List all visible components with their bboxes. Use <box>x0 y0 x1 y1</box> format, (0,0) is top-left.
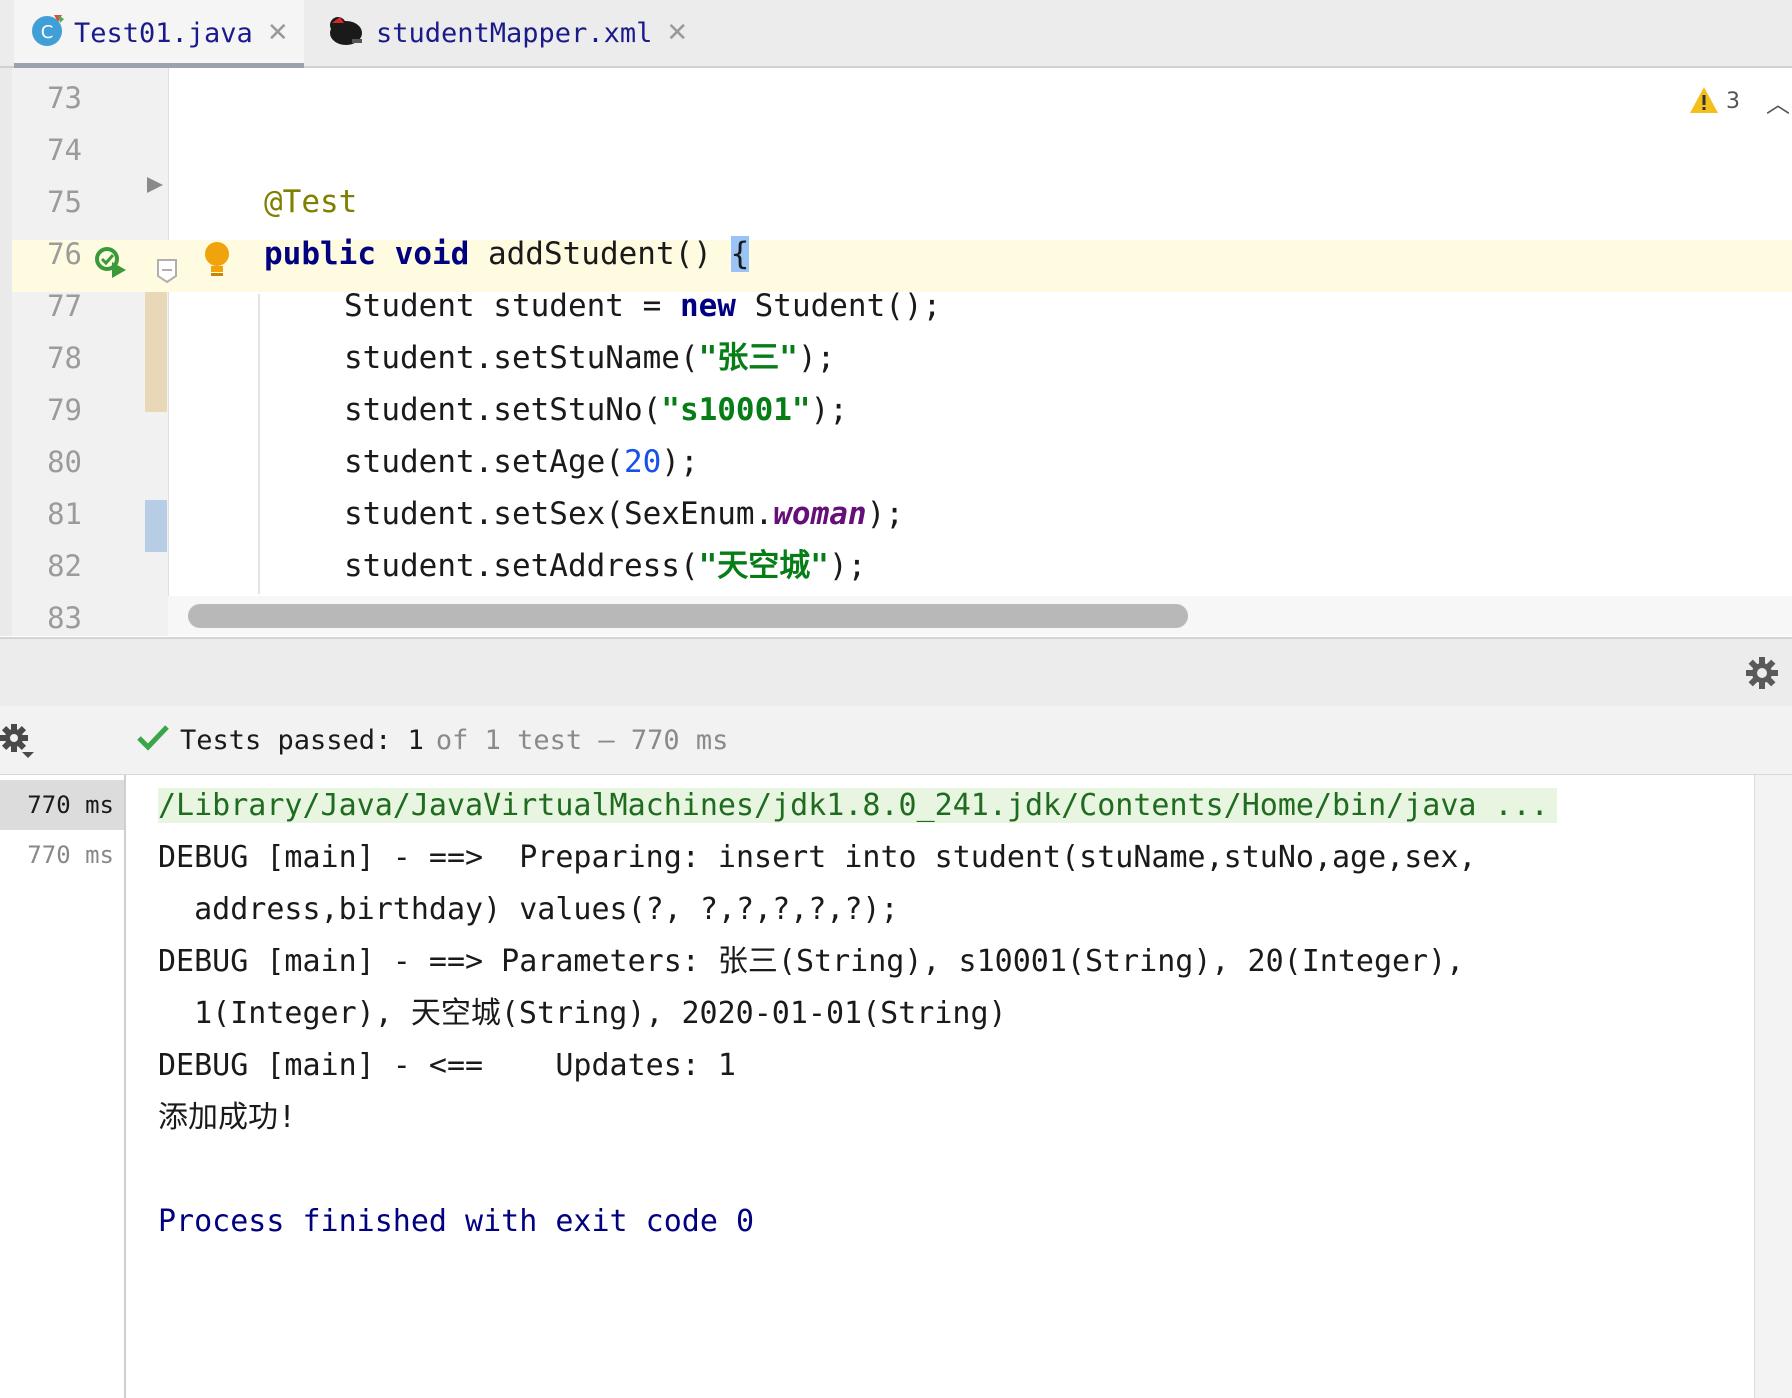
code-text: ); <box>797 340 836 376</box>
number-literal: 20 <box>623 444 662 480</box>
fold-arrow-icon[interactable] <box>144 174 166 200</box>
test-duration: 770 ms <box>27 791 114 819</box>
code-text: student.setAge( <box>344 444 624 480</box>
string-literal: "张三" <box>698 340 798 376</box>
keyword: void <box>394 236 470 272</box>
annotation: @Test <box>264 184 358 220</box>
tab-label: studentMapper.xml <box>376 17 653 49</box>
string-literal: "天空城" <box>698 548 829 584</box>
test-tree-item[interactable]: 770 ms <box>0 830 124 880</box>
code-text: student.setStuName( <box>344 340 699 376</box>
vcs-change-marker <box>145 500 167 552</box>
tab-studentmapper-xml[interactable]: studentMapper.xml ✕ <box>310 0 690 66</box>
fold-marker-icon[interactable] <box>156 258 178 288</box>
close-icon[interactable]: ✕ <box>267 18 289 48</box>
tests-summary: of 1 test – 770 ms <box>435 724 729 756</box>
console-line: DEBUG [main] - ==> Parameters: 张三(String… <box>158 944 1465 979</box>
warning-icon <box>1688 85 1720 119</box>
code-line-76: public void addStudent() { <box>264 228 750 280</box>
code-text: ); <box>828 548 867 584</box>
line-number: 81 <box>47 497 82 531</box>
tab-label: Test01.java <box>74 17 253 49</box>
line-number: 82 <box>47 549 82 583</box>
gear-icon[interactable] <box>1744 655 1780 695</box>
line-number: 80 <box>47 445 82 479</box>
console-line: 1(Integer), 天空城(String), 2020-01-01(Stri… <box>158 996 1007 1031</box>
test-duration: 770 ms <box>27 841 114 869</box>
inspection-widget[interactable]: 3 ︿ <box>1688 84 1790 119</box>
check-icon <box>136 723 170 758</box>
chevron-up-icon[interactable]: ︿ <box>1766 84 1790 119</box>
code-line-78: student.setStuName("张三"); <box>344 332 835 384</box>
code-text: student.setStuNo( <box>344 392 662 428</box>
line-number: 75 <box>47 185 82 219</box>
enum-constant: woman <box>773 496 867 532</box>
horizontal-scrollbar[interactable] <box>188 604 1188 628</box>
vcs-change-marker <box>145 292 167 412</box>
code-editor[interactable]: 73 74 75 76 77 78 79 80 81 82 83 3 ︿ @Te… <box>0 68 1792 636</box>
lightbulb-icon[interactable] <box>200 240 234 284</box>
indent-guide <box>258 294 260 594</box>
console-line: DEBUG [main] - <== Updates: 1 <box>158 1048 736 1083</box>
line-number: 74 <box>47 133 82 167</box>
code-text: student.setAddress( <box>344 548 699 584</box>
line-number: 79 <box>47 393 82 427</box>
console-line: /Library/Java/JavaVirtualMachines/jdk1.8… <box>158 780 1557 832</box>
code-text: Student student = <box>344 288 680 324</box>
tests-passed-label: Tests passed: 1 <box>180 724 424 756</box>
settings-gear-icon[interactable] <box>0 722 40 766</box>
close-icon[interactable]: ✕ <box>666 18 688 48</box>
svg-text:C: C <box>41 22 54 43</box>
java-command-line[interactable]: /Library/Java/JavaVirtualMachines/jdk1.8… <box>158 788 1557 823</box>
code-line-79: student.setStuNo("s10001"); <box>344 384 848 436</box>
code-line-80: student.setAge(20); <box>344 436 699 488</box>
string-literal: "s10001" <box>661 392 811 428</box>
line-number: 83 <box>47 601 82 635</box>
keyword: new <box>679 288 736 324</box>
tab-test01-java[interactable]: C Test01.java ✕ <box>14 0 304 68</box>
code-text: student.setSex(SexEnum. <box>344 496 774 532</box>
line-number: 78 <box>47 341 82 375</box>
warning-count: 3 <box>1726 89 1740 114</box>
code-line-81: student.setSex(SexEnum.woman); <box>344 488 904 540</box>
console-line: address,birthday) values(?, ?,?,?,?,?); <box>158 892 899 927</box>
test-tree-item[interactable]: 770 ms <box>0 780 124 830</box>
mybatis-bird-icon <box>326 13 366 54</box>
process-exit-line: Process finished with exit code 0 <box>158 1204 755 1239</box>
code-text: addStudent() <box>469 236 731 272</box>
run-tool-window-header <box>0 637 1792 708</box>
line-number: 76 <box>47 237 82 271</box>
code-text: ); <box>810 392 848 428</box>
vertical-scrollbar[interactable] <box>1754 775 1792 1398</box>
code-line-82: student.setAddress("天空城"); <box>344 540 866 592</box>
code-line-75: @Test <box>264 176 357 228</box>
code-text: Student(); <box>735 288 942 324</box>
line-number: 77 <box>47 289 82 323</box>
editor-tab-bar: C Test01.java ✕ studentMapper.xml ✕ <box>0 0 1792 68</box>
code-text: ); <box>866 496 904 532</box>
matched-brace: { <box>730 236 750 272</box>
keyword: public <box>264 236 376 272</box>
run-test-icon[interactable] <box>94 246 128 284</box>
line-number: 73 <box>47 81 82 115</box>
code-text: ); <box>661 444 699 480</box>
code-line-77: Student student = new Student(); <box>344 280 941 332</box>
java-class-icon: C <box>30 13 64 54</box>
console-line: 添加成功! <box>158 1100 297 1135</box>
test-status: Tests passed: 1 of 1 test – 770 ms <box>136 706 728 774</box>
console-line: DEBUG [main] - ==> Preparing: insert int… <box>158 840 1477 875</box>
